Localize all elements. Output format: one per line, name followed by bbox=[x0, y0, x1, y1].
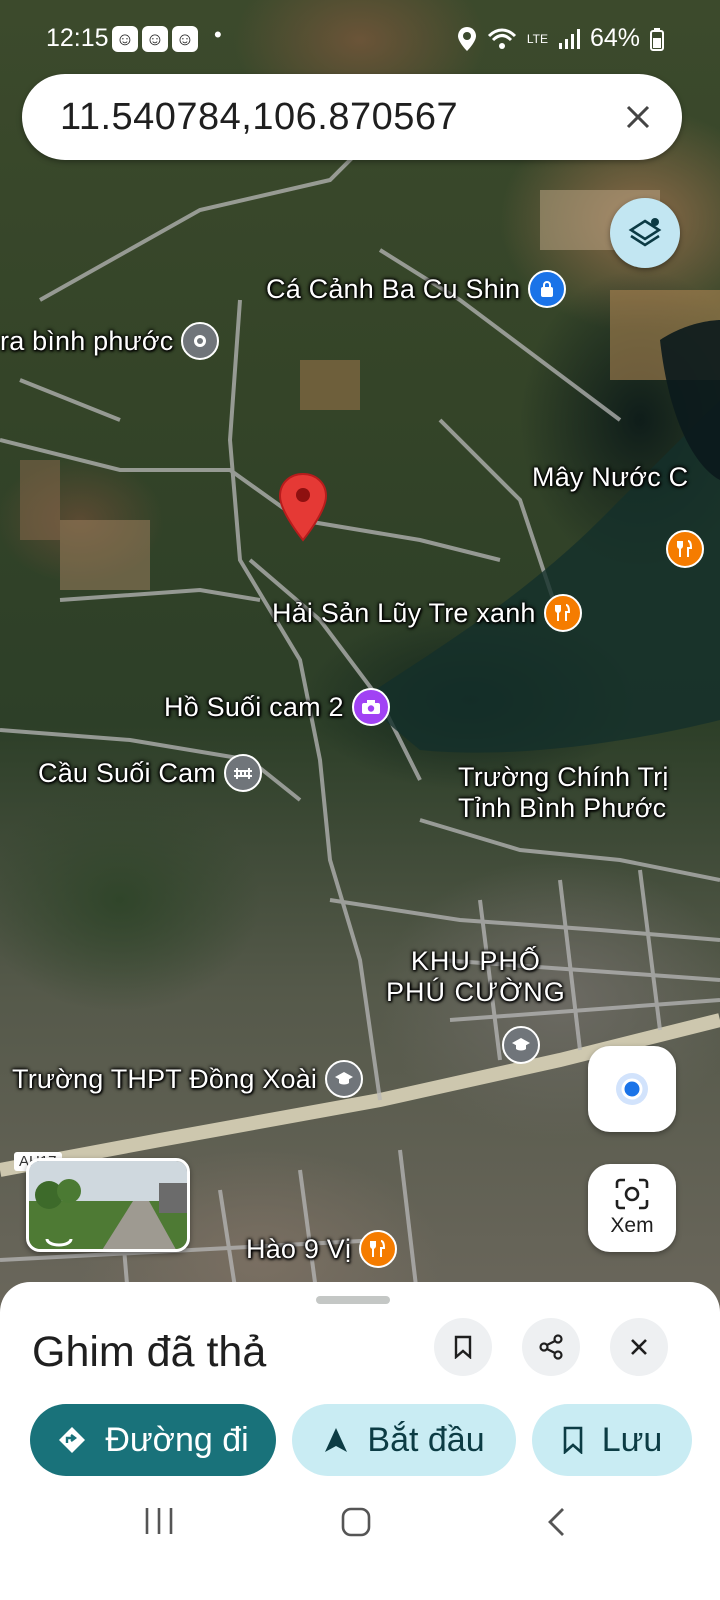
recent-apps-button[interactable] bbox=[142, 1506, 176, 1536]
my-location-button[interactable] bbox=[588, 1046, 676, 1132]
sheet-title: Ghim đã thả bbox=[32, 1328, 267, 1376]
fork-knife-icon bbox=[543, 594, 582, 632]
graduation-cap-icon[interactable] bbox=[502, 1026, 540, 1064]
clear-search-button[interactable] bbox=[616, 95, 660, 139]
more-notifications-dot: • bbox=[214, 22, 222, 47]
bookmark-button[interactable] bbox=[434, 1318, 492, 1376]
network-type: LTE bbox=[526, 31, 548, 46]
app-notification-icon: ☺ bbox=[172, 26, 198, 52]
bridge-icon bbox=[223, 754, 262, 792]
signal-icon bbox=[558, 28, 580, 49]
lens-label: Xem bbox=[610, 1214, 654, 1237]
close-icon bbox=[631, 1339, 647, 1355]
status-time: 12:15 bbox=[46, 24, 109, 52]
save-label: Lưu bbox=[601, 1420, 663, 1459]
poi-hao-9-vi[interactable]: Hào 9 Vị bbox=[246, 1230, 398, 1268]
shopping-bag-icon bbox=[528, 270, 567, 308]
directions-icon bbox=[59, 1427, 86, 1453]
layers-icon bbox=[628, 218, 662, 247]
poi-truong-chinh-tri[interactable]: Trường Chính Trị Tỉnh Bình Phước bbox=[458, 762, 669, 824]
search-query[interactable]: 11.540784,106.870567 bbox=[60, 96, 616, 139]
start-label: Bắt đầu bbox=[367, 1420, 485, 1459]
layers-button[interactable] bbox=[610, 198, 680, 268]
battery-icon bbox=[650, 27, 664, 51]
system-nav-bar bbox=[0, 1480, 720, 1600]
graduation-cap-icon bbox=[325, 1060, 364, 1098]
search-bar[interactable]: 11.540784,106.870567 bbox=[22, 74, 682, 160]
poi-ho-suoi-cam-2[interactable]: Hồ Suối cam 2 bbox=[164, 688, 390, 726]
share-icon bbox=[539, 1334, 563, 1360]
lens-camera-icon bbox=[615, 1178, 649, 1210]
wifi-icon bbox=[487, 28, 516, 49]
my-location-icon bbox=[616, 1073, 648, 1105]
navigation-arrow-icon bbox=[325, 1428, 348, 1452]
app-notification-icon: ☺ bbox=[112, 26, 138, 52]
camera-icon bbox=[351, 688, 390, 726]
save-button[interactable]: Lưu bbox=[532, 1404, 692, 1476]
status-bar: 12:15 ☺ ☺ ☺ • LTE 64% bbox=[0, 0, 720, 78]
restaurant-pin-icon[interactable] bbox=[666, 530, 704, 568]
place-icon bbox=[181, 322, 220, 360]
close-sheet-button[interactable] bbox=[610, 1318, 668, 1376]
directions-label: Đường đi bbox=[105, 1420, 249, 1459]
poi-truong-thpt-dong-xoai[interactable]: Trường THPT Đồng Xoài bbox=[12, 1060, 364, 1098]
directions-button[interactable]: Đường đi bbox=[30, 1404, 276, 1476]
poi-hai-san-luy-tre-xanh[interactable]: Hải Sản Lũy Tre xanh bbox=[272, 594, 582, 632]
poi-may-nuoc[interactable]: Mây Nước C bbox=[532, 462, 688, 493]
start-button[interactable]: Bắt đầu bbox=[292, 1404, 516, 1476]
back-button[interactable] bbox=[544, 1506, 568, 1538]
location-icon bbox=[457, 26, 476, 51]
share-button[interactable] bbox=[522, 1318, 580, 1376]
satellite-map[interactable]: 12:15 ☺ ☺ ☺ • LTE 64% 11.540784,106.8705… bbox=[0, 0, 720, 1320]
poi-cau-suoi-cam[interactable]: Cầu Suối Cam bbox=[38, 754, 262, 792]
fork-knife-icon bbox=[359, 1230, 398, 1268]
poi-ra-binh-phuoc[interactable]: ra bình phước bbox=[0, 322, 220, 360]
street-view-thumbnail[interactable] bbox=[26, 1158, 190, 1252]
bookmark-icon bbox=[454, 1335, 472, 1359]
bookmark-icon bbox=[563, 1426, 583, 1454]
home-button[interactable] bbox=[340, 1506, 372, 1538]
area-khu-pho-phu-cuong: KHU PHỐ PHÚ CƯỜNG bbox=[386, 946, 566, 1007]
notification-icons: ☺ ☺ ☺ bbox=[112, 26, 198, 52]
close-icon bbox=[626, 105, 650, 129]
dropped-pin-icon[interactable] bbox=[278, 472, 328, 542]
battery-percent: 64% bbox=[589, 24, 640, 52]
poi-ca-canh-ba-cu-shin[interactable]: Cá Cảnh Ba Cu Shin bbox=[266, 270, 567, 308]
app-notification-icon: ☺ bbox=[142, 26, 168, 52]
lens-view-button[interactable]: Xem bbox=[588, 1164, 676, 1252]
status-right: LTE 64% bbox=[457, 24, 664, 53]
drag-handle[interactable] bbox=[316, 1296, 390, 1304]
